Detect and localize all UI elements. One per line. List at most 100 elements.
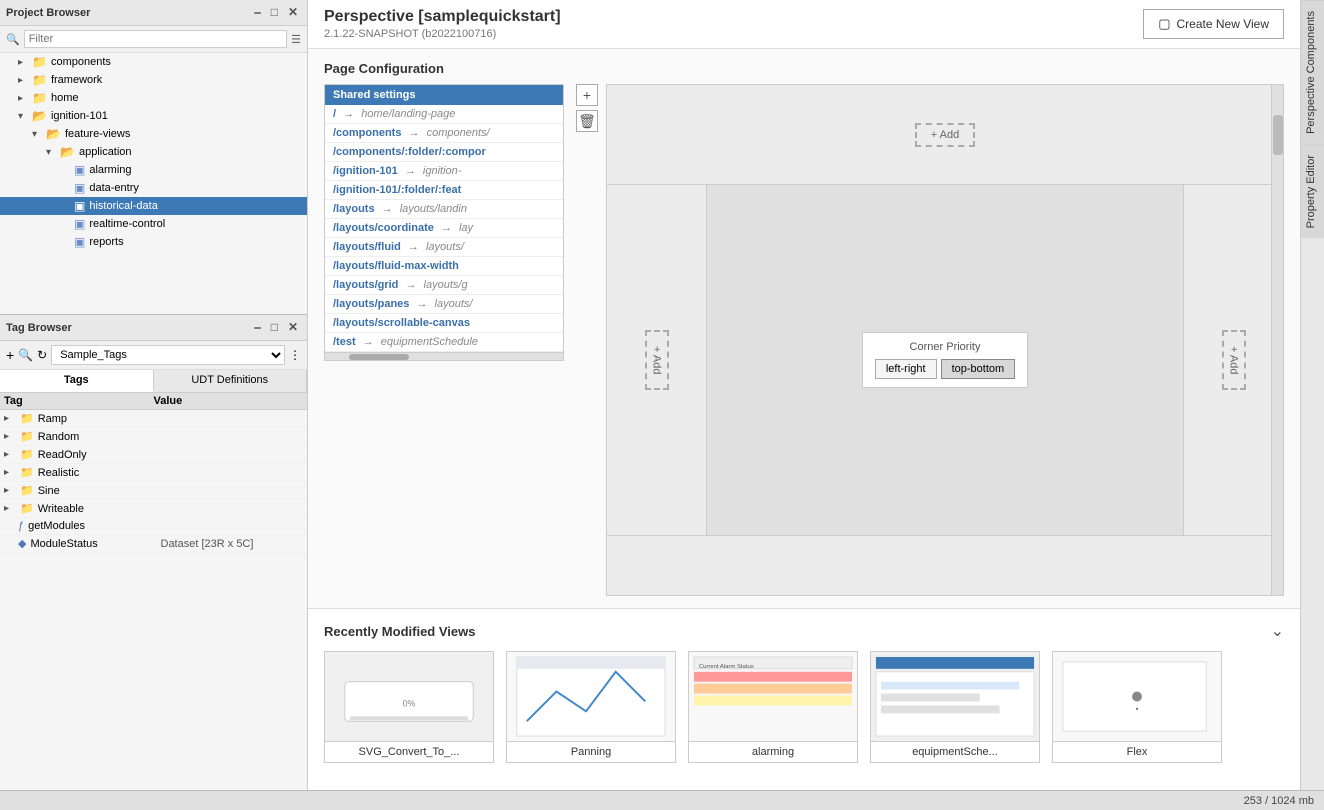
minimize-icon[interactable]: ⎯ <box>252 319 264 336</box>
shared-settings-panel: Shared settings / → home/landing-page /c… <box>324 84 564 361</box>
view-name: equipmentSche... <box>871 742 1039 762</box>
arrow-icon <box>18 111 32 122</box>
sidebar-tab-perspective[interactable]: Perspective Components <box>1301 0 1324 144</box>
status-bar: 253 / 1024 mb <box>0 790 1324 810</box>
main-area: Perspective [samplequickstart] 2.1.22-SN… <box>308 0 1300 810</box>
view-thumbnail: Current Alarm Status <box>689 652 857 742</box>
main-subtitle: 2.1.22-SNAPSHOT (b2022100716) <box>324 28 561 40</box>
add-top-button[interactable]: + Add <box>915 123 975 147</box>
sidebar-tab-property-editor[interactable]: Property Editor <box>1301 144 1324 238</box>
tag-tabs: Tags UDT Definitions <box>0 370 307 393</box>
list-item[interactable]: 📁Sine <box>0 482 307 500</box>
list-item[interactable]: 📁ReadOnly <box>0 446 307 464</box>
view-card-equipment[interactable]: equipmentSche... <box>870 651 1040 763</box>
tree-item-application[interactable]: 📂 application <box>0 143 307 161</box>
view-card-panning[interactable]: Panning <box>506 651 676 763</box>
settings-item[interactable]: /layouts/fluid → layouts/ <box>325 238 563 257</box>
recent-views: Recently Modified Views ⌄ 0% SVG_Convert… <box>308 609 1300 810</box>
view-name: SVG_Convert_To_... <box>325 742 493 762</box>
list-item[interactable]: 📁Random <box>0 428 307 446</box>
view-thumbnail: • <box>1053 652 1221 742</box>
settings-item[interactable]: /ignition-101 → ignition- <box>325 162 563 181</box>
filter-input[interactable] <box>24 30 287 48</box>
tab-udt-definitions[interactable]: UDT Definitions <box>154 370 308 392</box>
settings-item[interactable]: /layouts/scrollable-canvas <box>325 314 563 333</box>
view-card-alarming[interactable]: Current Alarm Status alarming <box>688 651 858 763</box>
component-icon: ▣ <box>74 163 85 177</box>
list-item[interactable]: 📁Realistic <box>0 464 307 482</box>
scrollbar-thumb <box>1273 115 1283 155</box>
search-tag-icon[interactable]: 🔍 <box>18 348 33 362</box>
tag-panel-icons: ⎯ □ ✕ <box>252 319 301 336</box>
tree-item-historical-data[interactable]: ▣ historical-data <box>0 197 307 215</box>
settings-item[interactable]: /ignition-101/:folder/:feat <box>325 181 563 200</box>
add-config-button[interactable]: + <box>576 84 598 106</box>
top-bottom-button[interactable]: top-bottom <box>941 359 1016 379</box>
tree-item-alarming[interactable]: ▣ alarming <box>0 161 307 179</box>
minimize-icon[interactable]: ⎯ <box>252 4 264 21</box>
tag-icon: ◆ <box>18 537 26 550</box>
shared-settings-header: Shared settings <box>325 85 563 105</box>
folder-icon: 📁 <box>20 412 34 425</box>
delete-config-button[interactable]: 🗑 <box>576 110 598 132</box>
tree-item-feature-views[interactable]: 📂 feature-views <box>0 125 307 143</box>
add-left-button[interactable]: + Add <box>645 330 669 390</box>
svg-text:•: • <box>1136 704 1139 713</box>
settings-item[interactable]: /layouts/fluid-max-width <box>325 257 563 276</box>
main-title: Perspective [samplequickstart] <box>324 8 561 26</box>
item-label: application <box>79 146 132 158</box>
svg-text:0%: 0% <box>403 698 416 708</box>
view-card-svg[interactable]: 0% SVG_Convert_To_... <box>324 651 494 763</box>
tag-provider-select[interactable]: Sample_Tags <box>51 345 285 365</box>
left-right-button[interactable]: left-right <box>875 359 937 379</box>
settings-item[interactable]: /components → components/ <box>325 124 563 143</box>
refresh-tag-icon[interactable]: ↻ <box>37 348 47 362</box>
list-item[interactable]: 📁Writeable <box>0 500 307 518</box>
item-label: components <box>51 56 111 68</box>
settings-item[interactable]: /components/:folder/:compor <box>325 143 563 162</box>
settings-item[interactable]: /layouts → layouts/landin <box>325 200 563 219</box>
close-icon[interactable]: ✕ <box>285 4 301 21</box>
tree-item-components[interactable]: 📁 components <box>0 53 307 71</box>
tab-tags[interactable]: Tags <box>0 370 154 392</box>
tree-item-home[interactable]: 📁 home <box>0 89 307 107</box>
restore-icon[interactable]: □ <box>268 4 281 21</box>
tag-label: Ramp <box>38 413 67 425</box>
restore-icon[interactable]: □ <box>268 319 281 336</box>
add-right-button[interactable]: + Add <box>1222 330 1246 390</box>
tree-item-framework[interactable]: 📁 framework <box>0 71 307 89</box>
view-card-flex[interactable]: • Flex <box>1052 651 1222 763</box>
page-config: Page Configuration Shared settings / → h… <box>308 49 1300 609</box>
collapse-icon[interactable]: ⌄ <box>1271 621 1284 641</box>
item-label: data-entry <box>89 182 139 194</box>
tree-item-data-entry[interactable]: ▣ data-entry <box>0 179 307 197</box>
settings-item[interactable]: /layouts/grid → layouts/g <box>325 276 563 295</box>
list-item[interactable]: 📁 Ramp <box>0 410 307 428</box>
tree-item-reports[interactable]: ▣ reports <box>0 233 307 251</box>
tree-item-realtime-control[interactable]: ▣ realtime-control <box>0 215 307 233</box>
folder-icon: 📁 <box>20 430 34 443</box>
tree-item-ignition-101[interactable]: 📂 ignition-101 <box>0 107 307 125</box>
folder-open-icon: 📂 <box>32 109 47 123</box>
project-tree: 📁 components 📁 framework 📁 home 📂 igniti… <box>0 53 307 314</box>
tag-browser-title: Tag Browser <box>6 322 72 334</box>
add-tag-icon[interactable]: + <box>6 347 14 363</box>
settings-item[interactable]: /test → equipmentSchedule <box>325 333 563 352</box>
settings-item[interactable]: /layouts/panes → layouts/ <box>325 295 563 314</box>
list-item[interactable]: ◆ModuleStatus Dataset [23R x 5C] <box>0 535 307 553</box>
create-view-label: Create New View <box>1177 17 1269 31</box>
left-panel: Project Browser ⎯ □ ✕ 🔍 ☰ 📁 components 📁 <box>0 0 308 810</box>
search-icon: 🔍 <box>6 33 20 46</box>
settings-item[interactable]: / → home/landing-page <box>325 105 563 124</box>
tag-menu-icon[interactable]: ⋮ <box>289 348 301 362</box>
component-icon: ▣ <box>74 217 85 231</box>
item-label: home <box>51 92 79 104</box>
right-sidebar: Perspective Components Property Editor <box>1300 0 1324 810</box>
create-view-button[interactable]: ▢ Create New View <box>1143 9 1284 39</box>
corner-priority-label: Corner Priority <box>875 341 1015 353</box>
expand-arrow <box>4 503 16 514</box>
close-icon[interactable]: ✕ <box>285 319 301 336</box>
settings-item[interactable]: /layouts/coordinate → lay <box>325 219 563 238</box>
list-item[interactable]: ƒgetModules <box>0 518 307 535</box>
function-icon: ƒ <box>18 520 24 532</box>
